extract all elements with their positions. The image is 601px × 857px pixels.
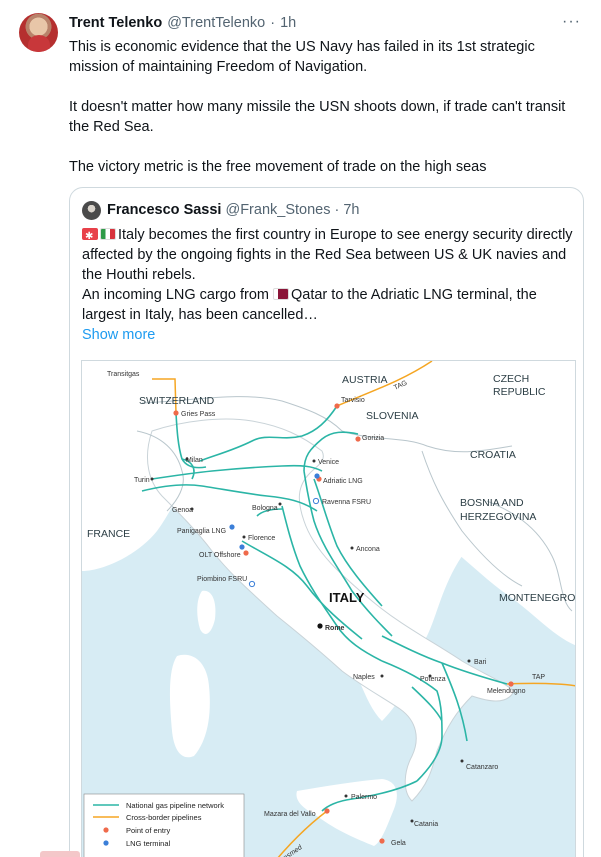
legend-label: LNG terminal — [126, 839, 171, 848]
label-adriatic-lng: Adriatic LNG — [323, 478, 363, 485]
city-dot — [278, 502, 282, 506]
entry-point-marker — [173, 410, 179, 416]
label-tarvisio: Tarvisio — [341, 397, 365, 404]
legend-label: Point of entry — [126, 826, 170, 835]
quote-paragraph: An incoming LNG cargo from Qatar to the … — [82, 287, 537, 323]
label-rome: Rome — [325, 625, 345, 632]
quote-author-handle[interactable]: @Frank_Stones — [225, 202, 330, 218]
map-legend: National gas pipeline network Cross-bord… — [83, 793, 245, 857]
label-montenegro: MONTENEGRO — [499, 592, 575, 604]
entry-point-marker — [508, 681, 514, 687]
label-bari: Bari — [474, 659, 487, 666]
lng-marker — [229, 524, 235, 530]
city-dot — [312, 459, 316, 463]
legend-swatch-entry — [103, 827, 109, 833]
lng-marker — [239, 544, 245, 550]
label-italy: ITALY — [329, 590, 365, 605]
label-catania: Catania — [414, 821, 438, 828]
author-avatar[interactable] — [19, 13, 58, 52]
legend-swatch-lng — [103, 840, 109, 846]
entry-point-marker — [334, 403, 340, 409]
label-turin: Turin — [134, 477, 150, 484]
city-dot — [380, 674, 384, 678]
quoted-tweet[interactable]: Francesco Sassi @Frank_Stones · 7h Italy… — [69, 187, 584, 857]
entry-point-marker — [243, 550, 249, 556]
qatar-flag-icon — [273, 288, 289, 300]
label-ravenna: Ravenna FSRU — [322, 499, 371, 506]
label-piombino: Piombino FSRU — [197, 576, 247, 583]
map-svg: AUSTRIA CZECH REPUBLIC SWITZERLAND SLOVE… — [82, 361, 575, 857]
label-ancona: Ancona — [356, 546, 380, 553]
label-transitgas: Transitgas — [107, 371, 140, 378]
label-melendugno: Melendugno — [487, 688, 526, 695]
tweet-paragraph: The victory metric is the free movement … — [69, 159, 487, 175]
separator: · — [334, 202, 340, 218]
label-palermo: Palermo — [351, 794, 377, 801]
city-dot — [350, 546, 354, 550]
label-genoa: Genoa — [172, 507, 193, 514]
label-venice: Venice — [318, 459, 339, 466]
label-tap: TAP — [532, 674, 545, 681]
label-gorizia: Gorizia — [362, 435, 384, 442]
author-name[interactable]: Trent Telenko — [69, 15, 162, 31]
tweet-text: This is economic evidence that the US Na… — [69, 37, 584, 177]
more-options-icon[interactable]: ··· — [562, 13, 581, 31]
quote-paragraph: Italy becomes the first country in Europ… — [82, 225, 577, 285]
city-dot — [242, 535, 246, 539]
label-slovenia: SLOVENIA — [366, 410, 419, 422]
italy-flag-icon — [100, 228, 116, 240]
label-switzerland: SWITZERLAND — [139, 395, 215, 407]
tweet-paragraph: It doesn't matter how many missile the U… — [69, 99, 566, 135]
label-florence: Florence — [248, 535, 275, 542]
entry-point-marker — [355, 436, 361, 442]
lng-marker — [314, 473, 320, 479]
quote-time[interactable]: 7h — [343, 202, 359, 218]
label-czech: CZECH — [493, 373, 529, 385]
label-olt: OLT Offshore — [199, 552, 241, 559]
label-mazara: Mazara del Vallo — [264, 811, 316, 818]
label-austria: AUSTRIA — [342, 374, 388, 386]
city-dot — [460, 759, 464, 763]
city-dot — [150, 477, 154, 481]
legend-label: Cross-border pipelines — [126, 813, 202, 822]
label-herzegovina: HERZEGOVINA — [460, 511, 536, 523]
label-naples: Naples — [353, 674, 375, 681]
legend-label: National gas pipeline network — [126, 801, 224, 810]
label-gela: Gela — [391, 840, 406, 847]
city-dot — [344, 794, 348, 798]
label-catanzaro: Catanzaro — [466, 764, 498, 771]
separator: · — [270, 15, 276, 31]
tweet-time[interactable]: 1h — [280, 15, 296, 31]
label-bosnia: BOSNIA AND — [460, 497, 524, 509]
show-more-link[interactable]: Show more — [82, 327, 155, 343]
rome-dot — [317, 623, 323, 629]
italy-gas-map[interactable]: AUSTRIA CZECH REPUBLIC SWITZERLAND SLOVE… — [81, 360, 576, 857]
quote-header: Francesco Sassi @Frank_Stones · 7h — [82, 200, 359, 220]
label-france: FRANCE — [87, 528, 130, 540]
label-gries: Gries Pass — [181, 411, 216, 418]
author-handle[interactable]: @TrentTelenko — [167, 15, 265, 31]
label-panigaglia: Panigaglia LNG — [177, 528, 226, 535]
alert-flag-icon — [82, 227, 98, 247]
label-republic: REPUBLIC — [493, 386, 546, 398]
label-potenza: Potenza — [420, 676, 446, 683]
label-milan: Milan — [186, 457, 203, 464]
tweet-header: Trent Telenko @TrentTelenko · 1h — [69, 13, 581, 33]
quote-text: Italy becomes the first country in Europ… — [82, 225, 577, 345]
bottom-strip — [40, 851, 80, 857]
label-bologna: Bologna — [252, 505, 278, 512]
entry-point-marker — [379, 838, 385, 844]
label-croatia: CROATIA — [470, 449, 516, 461]
quote-author-name[interactable]: Francesco Sassi — [107, 202, 221, 218]
entry-point-marker — [324, 808, 330, 814]
quote-author-avatar[interactable] — [82, 200, 101, 220]
city-dot — [467, 659, 471, 663]
tweet-paragraph: This is economic evidence that the US Na… — [69, 39, 535, 75]
